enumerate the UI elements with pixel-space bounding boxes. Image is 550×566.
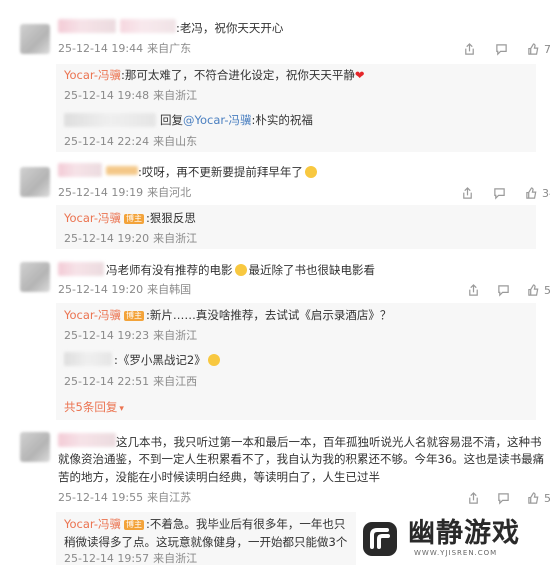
comment-actions: 5 bbox=[466, 283, 550, 297]
comment-icon[interactable] bbox=[494, 42, 508, 56]
comment-actions: 34 bbox=[460, 186, 550, 200]
location: 来自浙江 bbox=[153, 89, 198, 102]
author-badge: 博主 bbox=[124, 311, 145, 321]
location: 来自浙江 bbox=[153, 232, 198, 245]
like-count: 7 bbox=[544, 42, 550, 56]
comment-meta: 25-12-14 19:55 来自江苏 bbox=[58, 491, 191, 505]
timestamp: 25-12-14 19:57 bbox=[64, 552, 150, 565]
username[interactable] bbox=[120, 19, 176, 33]
reply-text: 稍微读得多了点。这玩意就像健身，一开始都只能做3个 bbox=[64, 535, 348, 549]
comment-text: 就像资治通鉴，不到一定人生积累看不了，我自认为我的积累还不够。今年36。这也是读… bbox=[58, 452, 545, 466]
reply-author[interactable]: Yocar-冯骥 bbox=[64, 517, 121, 531]
username[interactable] bbox=[64, 352, 112, 366]
location: 来自江西 bbox=[153, 375, 198, 388]
timestamp: 25-12-14 19:48 bbox=[64, 89, 150, 102]
reply-meta: 25-12-14 19:48 来自浙江 bbox=[64, 89, 197, 103]
mention-link[interactable]: @Yocar-冯骥 bbox=[183, 113, 252, 127]
timestamp: 25-12-14 22:51 bbox=[64, 375, 150, 388]
location: 来自山东 bbox=[153, 135, 198, 148]
like-icon[interactable] bbox=[526, 42, 540, 56]
share-icon[interactable] bbox=[460, 186, 474, 200]
avatar[interactable] bbox=[20, 24, 50, 54]
reply-meta: 25-12-14 19:20 来自浙江 bbox=[64, 232, 197, 246]
comment-meta: 25-12-14 19:20 来自韩国 bbox=[58, 283, 191, 297]
reply-text: Yocar-冯骥:那可太难了，不符合进化设定，祝你天天平静❤ bbox=[64, 68, 365, 82]
reply-meta: 25-12-14 22:24 来自山东 bbox=[64, 135, 197, 149]
like-icon[interactable] bbox=[526, 491, 540, 505]
username[interactable] bbox=[64, 113, 156, 127]
username[interactable] bbox=[58, 262, 104, 276]
like-count: 5 bbox=[544, 283, 550, 297]
emoji-face-icon bbox=[234, 264, 247, 276]
comment-icon[interactable] bbox=[496, 491, 510, 505]
share-icon[interactable] bbox=[462, 42, 476, 56]
emoji-face-icon bbox=[304, 166, 317, 178]
username[interactable] bbox=[58, 19, 116, 33]
site-logo-icon bbox=[363, 521, 397, 556]
timestamp: 25-12-14 22:24 bbox=[64, 135, 150, 148]
timestamp: 25-12-14 19:19 bbox=[58, 186, 144, 199]
reply-text: Yocar-冯骥 博主:新片……真没啥推荐，去试试《启示录酒店》？ bbox=[64, 308, 392, 322]
comment-meta: 25-12-14 19:19 来自河北 bbox=[58, 186, 191, 200]
comment-icon[interactable] bbox=[496, 283, 510, 297]
like-icon[interactable] bbox=[526, 283, 540, 297]
location: 来自韩国 bbox=[147, 283, 192, 296]
author-badge: 博主 bbox=[124, 520, 145, 530]
reply-text: 回复@Yocar-冯骥:朴实的祝福 bbox=[160, 113, 313, 127]
share-icon[interactable] bbox=[466, 491, 480, 505]
username[interactable] bbox=[58, 433, 116, 447]
reply-author[interactable]: Yocar-冯骥 bbox=[64, 308, 121, 322]
like-count: 5 bbox=[544, 491, 550, 505]
avatar[interactable] bbox=[20, 262, 50, 292]
chevron-down-icon: ▾ bbox=[119, 404, 124, 414]
avatar[interactable] bbox=[20, 167, 50, 197]
comment-text: 苦的地方，没能在小时候读明白经典，等读明白了，人生已过半 bbox=[58, 470, 380, 484]
more-replies-link[interactable]: 共5条回复 ▾ bbox=[64, 399, 124, 415]
timestamp: 25-12-14 19:44 bbox=[58, 42, 144, 55]
like-icon[interactable] bbox=[524, 186, 538, 200]
user-badge bbox=[106, 166, 138, 175]
comment-text: :哎呀，再不更新要提前拜早年了 bbox=[138, 164, 317, 180]
author-badge: 博主 bbox=[124, 214, 145, 224]
reply-text: Yocar-冯骥 博主:不着急。我毕业后有很多年，一年也只 bbox=[64, 517, 346, 531]
comment-actions: 7 bbox=[462, 42, 550, 56]
reply-meta: 25-12-14 19:57 来自浙江 bbox=[64, 552, 197, 566]
avatar[interactable] bbox=[20, 432, 50, 462]
like-count: 34 bbox=[542, 186, 550, 200]
comment-icon[interactable] bbox=[492, 186, 506, 200]
comment-text: 冯老师有没有推荐的电影 最近除了书也很缺电影看 bbox=[106, 263, 375, 277]
comment-text: :老冯，祝你天天开心 bbox=[176, 21, 284, 35]
watermark-title: 幽静游戏 bbox=[408, 518, 520, 549]
location: 来自浙江 bbox=[153, 329, 198, 342]
reply-meta: 25-12-14 22:51 来自江西 bbox=[64, 375, 197, 389]
location: 来自广东 bbox=[147, 42, 192, 55]
comment-text: 这几本书，我只听过第一本和最后一本，百年孤独听说光人名就容易混不清，这种书 bbox=[116, 435, 542, 449]
username[interactable] bbox=[58, 163, 102, 177]
timestamp: 25-12-14 19:20 bbox=[64, 232, 150, 245]
reply-author[interactable]: Yocar-冯骥 bbox=[64, 68, 121, 82]
comment-meta: 25-12-14 19:44 来自广东 bbox=[58, 42, 191, 56]
reply-text: Yocar-冯骥 博主:狠狠反思 bbox=[64, 211, 196, 225]
timestamp: 25-12-14 19:23 bbox=[64, 329, 150, 342]
share-icon[interactable] bbox=[466, 283, 480, 297]
heart-emoji-icon: ❤ bbox=[354, 68, 365, 82]
timestamp: 25-12-14 19:55 bbox=[58, 491, 144, 504]
comment-actions: 5 bbox=[466, 491, 550, 505]
location: 来自浙江 bbox=[153, 552, 198, 565]
location: 来自江苏 bbox=[147, 491, 192, 504]
thumbs-up-emoji-icon bbox=[207, 354, 220, 366]
watermark: 幽静游戏 WWW.YJISREN.COM bbox=[360, 512, 550, 565]
location: 来自河北 bbox=[147, 186, 192, 199]
reply-author[interactable]: Yocar-冯骥 bbox=[64, 211, 121, 225]
timestamp: 25-12-14 19:20 bbox=[58, 283, 144, 296]
watermark-url: WWW.YJISREN.COM bbox=[414, 549, 498, 557]
reply-text: :《罗小黑战记2》 bbox=[114, 352, 220, 368]
reply-meta: 25-12-14 19:23 来自浙江 bbox=[64, 329, 197, 343]
